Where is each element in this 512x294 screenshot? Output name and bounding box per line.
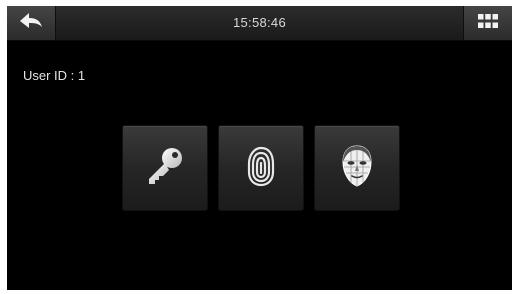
top-bar: 15:58:46	[7, 6, 512, 41]
face-verify-button[interactable]	[315, 126, 399, 210]
password-verify-button[interactable]	[123, 126, 207, 210]
user-id-label: User ID : 1	[23, 68, 86, 83]
face-icon	[339, 143, 375, 194]
menu-button[interactable]	[463, 6, 512, 40]
fingerprint-icon	[243, 144, 279, 193]
fingerprint-verify-button[interactable]	[219, 126, 303, 210]
grid-menu-icon	[478, 13, 498, 33]
back-button[interactable]	[7, 6, 56, 40]
verification-methods	[123, 126, 399, 210]
device-screen: 15:58:46 User ID : 1	[7, 6, 512, 290]
key-icon	[144, 145, 186, 192]
clock-time: 15:58:46	[232, 15, 286, 30]
back-arrow-icon	[18, 12, 44, 35]
